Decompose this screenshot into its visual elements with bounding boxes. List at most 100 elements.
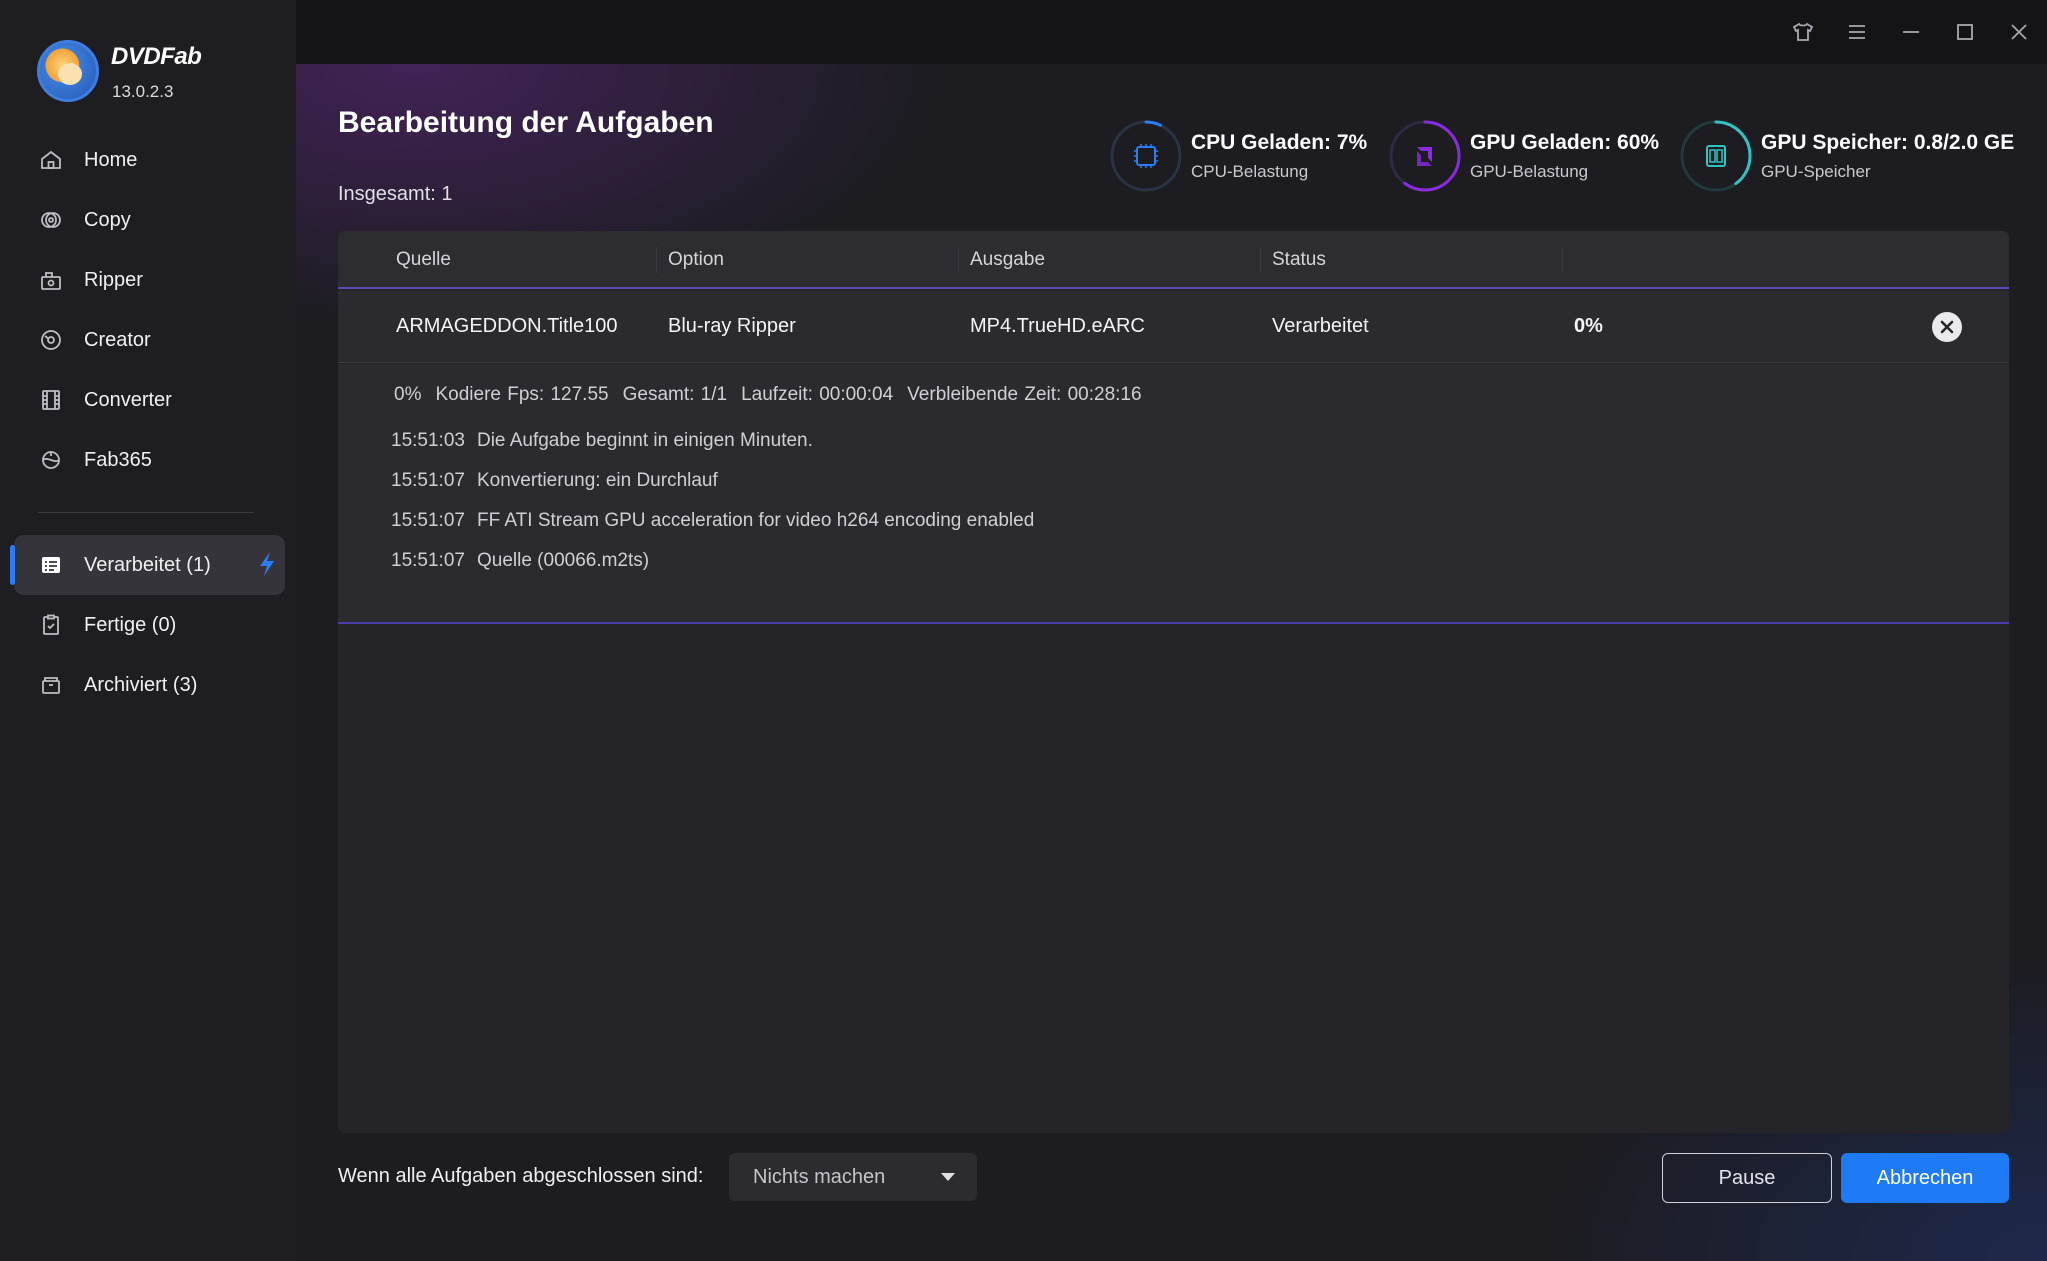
log-time: 15:51:07 [391,510,465,531]
creator-icon [38,327,64,353]
progress-info: 0% Kodiere Fps: 127.55 Gesamt: 1/1 Laufzeit… [394,384,1156,406]
clipboard-check-icon [38,612,64,638]
sidebar-item-processing[interactable]: Verarbeitet (1) [38,545,211,585]
cpu-load-title: CPU Geladen: 7% [1191,131,1368,154]
log-text: Quelle (00066.m2ts) [476,550,650,571]
total-tasks: Gesamt: 1/1 [622,384,728,405]
cancel-button[interactable]: Abbrechen [1841,1153,2009,1203]
menu-button[interactable] [1841,16,1873,48]
minimize-button[interactable] [1895,16,1927,48]
row-progress: 0% [1574,315,1603,337]
fab365-icon [38,447,64,473]
cpu-icon [1134,144,1158,168]
cpu-load-ring [1110,120,1182,192]
cpu-load-subtitle: CPU-Belastung [1191,162,1309,181]
title-bar [296,0,2047,64]
copy-icon [38,207,64,233]
elapsed-time: Laufzeit: 00:00:04 [741,384,894,405]
column-separator [1562,247,1563,273]
sidebar-item-copy[interactable]: Copy [38,200,131,240]
gpu-memory-subtitle: GPU-Speicher [1761,162,1871,181]
after-completion-select[interactable]: Nichts machen [729,1153,977,1201]
close-icon [2011,24,2027,40]
sidebar-item-label: Ripper [84,268,143,291]
close-window-button[interactable] [2003,16,2035,48]
row-status: Verarbeitet [1272,315,1369,337]
column-separator [656,247,657,273]
gpu-memory-ring [1680,120,1752,192]
sidebar-item-label: Converter [84,388,172,411]
dvdfab-logo [37,40,99,102]
table-row[interactable]: ARMAGEDDON.Title100 Blu-ray Ripper MP4.T… [338,291,2009,363]
sidebar-item-label: Copy [84,208,131,231]
close-icon [1940,320,1954,334]
active-indicator [10,545,15,585]
after-completion-value: Nichts machen [753,1165,886,1188]
sidebar-item-label: Fab365 [84,448,152,471]
gpu-memory-icon [1706,145,1726,167]
column-separator [958,247,959,273]
row-source: ARMAGEDDON.Title100 [396,315,618,337]
sidebar-item-label: Verarbeitet (1) [84,553,211,576]
sidebar-divider [38,512,254,513]
log-text: Konvertierung: ein Durchlauf [476,470,718,491]
maximize-button[interactable] [1949,16,1981,48]
lightning-icon [260,552,274,576]
maximize-icon [1957,24,1973,40]
sidebar-item-home[interactable]: Home [38,140,137,180]
gpu-load-ring [1389,120,1461,192]
table-header: Quelle Option Ausgabe Status [338,231,2009,289]
converter-icon [38,387,64,413]
pause-button[interactable]: Pause [1662,1153,1832,1203]
sidebar-item-ripper[interactable]: Ripper [38,260,143,300]
sidebar-item-creator[interactable]: Creator [38,320,151,360]
task-table: Quelle Option Ausgabe Status ARMAGEDDON.… [338,231,2009,1133]
sidebar-item-converter[interactable]: Converter [38,380,172,420]
gpu-load-title: GPU Geladen: 60% [1470,131,1660,154]
home-icon [38,147,64,173]
amd-gpu-icon [1417,147,1432,166]
log-text: FF ATI Stream GPU acceleration for video… [476,510,1035,531]
log-line: 15:51:07 Quelle (00066.m2ts) [391,550,649,572]
remaining-time: Verbleibende Zeit: 00:28:16 [907,384,1142,405]
shirt-icon [1792,22,1814,41]
column-header-source: Quelle [396,249,451,270]
log-time: 15:51:07 [391,550,465,571]
sidebar-item-label: Home [84,148,138,171]
after-completion-label: Wenn alle Aufgaben abgeschlossen sind: [338,1165,704,1187]
sidebar-item-fab365[interactable]: Fab365 [38,440,152,480]
app-name: DVDFab [111,43,202,70]
total-count: Insgesamt: 1 [338,183,453,205]
gpu-memory-title: GPU Speicher: 0.8/2.0 GE [1761,131,2015,154]
log-time: 15:51:07 [391,470,465,491]
sidebar: DVDFab 13.0.2.3 Home Copy Ripper Creator… [0,0,296,1261]
log-text: Die Aufgabe beginnt in einigen Minuten. [476,430,813,451]
row-option: Blu-ray Ripper [668,315,796,337]
archive-icon [38,672,64,698]
log-line: 15:51:07 Konvertierung: ein Durchlauf [391,470,718,492]
brand: DVDFab 13.0.2.3 [37,40,287,110]
minimize-icon [1903,31,1919,33]
sidebar-item-label: Archiviert (3) [84,673,198,696]
encode-fps: Kodiere Fps: 127.55 [435,384,609,405]
caret-down-icon [941,1173,955,1181]
progress-percent: 0% [394,384,422,405]
sidebar-item-finished[interactable]: Fertige (0) [38,605,176,645]
log-line: 15:51:07 FF ATI Stream GPU acceleration f… [391,510,1034,532]
remove-task-button[interactable] [1932,312,1962,342]
task-list-icon [38,552,64,578]
column-header-output: Ausgabe [970,249,1046,270]
log-line: 15:51:03 Die Aufgabe beginnt in einigen M… [391,430,813,452]
row-output: MP4.TrueHD.eARC [970,315,1145,337]
column-header-option: Option [668,249,724,270]
ripper-icon [38,267,64,293]
sidebar-item-label: Creator [84,328,151,351]
main-panel: Bearbeitung der Aufgaben Insgesamt: 1 CP… [296,64,2047,1261]
skin-button[interactable] [1787,16,1819,48]
sidebar-item-archived[interactable]: Archiviert (3) [38,665,197,705]
column-header-status: Status [1272,249,1326,270]
gpu-load-subtitle: GPU-Belastung [1470,162,1589,181]
task-detail-panel: 0% Kodiere Fps: 127.55 Gesamt: 1/1 Laufzeit… [338,364,2009,624]
column-separator [1260,247,1261,273]
sidebar-item-label: Fertige (0) [84,613,177,636]
